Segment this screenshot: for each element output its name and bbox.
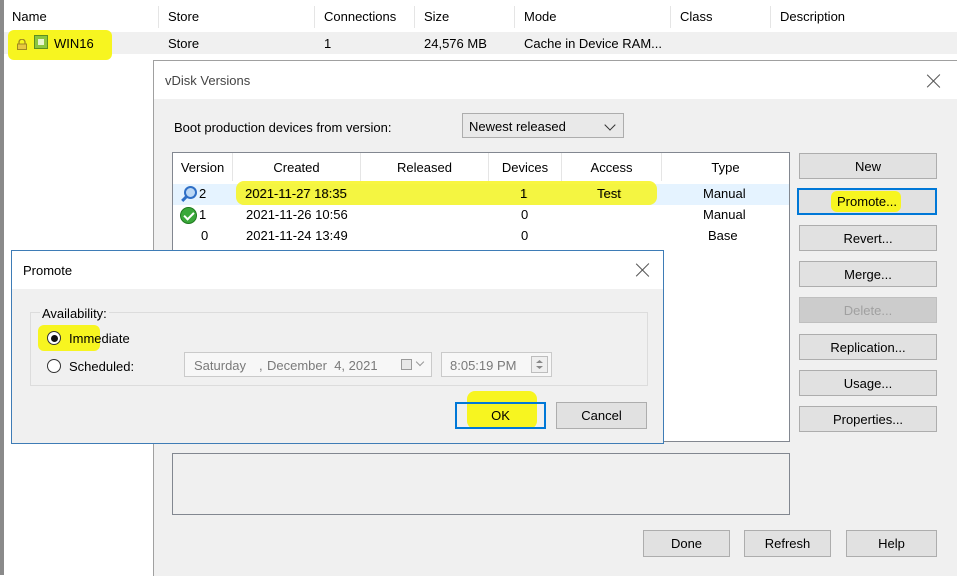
delete-button[interactable]: Delete... — [799, 297, 937, 323]
table-row[interactable]: 0 2021-11-24 13:49 0 Base — [173, 226, 789, 247]
column-created[interactable]: Created — [233, 153, 361, 181]
cell-access-overlay: Test — [597, 186, 621, 201]
column-mode[interactable]: Mode — [524, 9, 557, 24]
schedule-time-picker[interactable]: 8:05:19 PM — [441, 352, 552, 377]
vdisk-icon — [34, 35, 48, 49]
store-list-header: Name Store Connections Size Mode Class D… — [4, 0, 957, 32]
window-left-edge — [0, 0, 4, 575]
promote-titlebar: Promote — [12, 251, 663, 289]
check-icon — [180, 207, 197, 224]
immediate-radio[interactable] — [47, 331, 61, 345]
column-released[interactable]: Released — [361, 153, 489, 181]
date-month-day: December 4, 2021 — [267, 358, 378, 373]
cancel-button-label: Cancel — [581, 408, 622, 423]
column-size[interactable]: Size — [424, 9, 449, 24]
merge-button[interactable]: Merge... — [799, 261, 937, 287]
properties-button[interactable]: Properties... — [799, 406, 937, 432]
cell-devices: 0 — [521, 207, 529, 222]
column-class[interactable]: Class — [680, 9, 713, 24]
row-size: 24,576 MB — [424, 36, 487, 51]
revert-button[interactable]: Revert... — [799, 225, 937, 251]
vdisk-versions-titlebar: vDisk Versions — [154, 61, 957, 99]
immediate-label[interactable]: Immediate — [69, 331, 130, 346]
dialog-title: vDisk Versions — [165, 73, 251, 88]
done-button[interactable]: Done — [643, 530, 730, 557]
scheduled-radio[interactable] — [47, 359, 61, 373]
help-button-label: Help — [878, 536, 905, 551]
cancel-button[interactable]: Cancel — [556, 402, 647, 429]
refresh-button-label: Refresh — [764, 536, 811, 551]
calendar-icon — [401, 359, 412, 370]
column-connections[interactable]: Connections — [324, 9, 396, 24]
availability-label: Availability: — [40, 306, 109, 321]
column-description[interactable]: Description — [780, 9, 845, 24]
cell-version: 0 — [201, 228, 209, 243]
row-store: Store — [168, 36, 200, 51]
cell-devices-overlay: 1 — [520, 186, 528, 201]
promote-dialog: Promote Availability: Immediate Schedule… — [11, 250, 664, 444]
column-access[interactable]: Access — [562, 153, 662, 181]
cell-created: 2021-11-26 10:56 — [246, 207, 348, 222]
spinner-icon[interactable] — [531, 356, 548, 373]
properties-button-label: Properties... — [832, 411, 904, 427]
close-icon[interactable] — [636, 263, 650, 277]
cell-type: Manual — [703, 186, 746, 201]
chevron-down-icon — [604, 119, 616, 131]
ok-button-label: OK — [491, 408, 510, 423]
promote-button[interactable]: Promote... — [797, 188, 937, 215]
description-area[interactable] — [172, 453, 790, 515]
cell-created-overlay: 2021-11-27 18:35 — [245, 186, 347, 201]
date-weekday: Saturday — [194, 358, 247, 373]
cell-type: Manual — [703, 207, 746, 222]
replication-button[interactable]: Replication... — [799, 334, 937, 360]
refresh-button[interactable]: Refresh — [744, 530, 831, 557]
usage-button[interactable]: Usage... — [799, 370, 937, 396]
close-icon[interactable] — [927, 74, 941, 88]
row-mode: Cache in Device RAM... — [524, 36, 662, 51]
schedule-date-picker[interactable]: Saturday , December 4, 2021 — [184, 352, 432, 377]
lock-icon — [17, 39, 27, 50]
scheduled-label[interactable]: Scheduled: — [69, 359, 134, 374]
date-separator: , — [259, 358, 263, 373]
ok-button[interactable]: OK — [455, 402, 546, 429]
column-store[interactable]: Store — [168, 9, 199, 24]
table-row[interactable]: 1 2021-11-26 10:56 0 Manual — [173, 205, 789, 226]
cell-version: 2 — [199, 186, 207, 201]
help-button[interactable]: Help — [846, 530, 937, 557]
new-button[interactable]: New — [799, 153, 937, 179]
column-devices[interactable]: Devices — [489, 153, 562, 181]
boot-version-label: Boot production devices from version: — [174, 120, 392, 135]
merge-button-label: Merge... — [844, 266, 892, 282]
boot-version-value: Newest released — [469, 119, 566, 134]
cell-created: 2021-11-24 13:49 — [246, 228, 348, 243]
cell-type: Base — [708, 228, 738, 243]
column-name[interactable]: Name — [12, 9, 47, 24]
usage-button-label: Usage... — [843, 375, 893, 391]
boot-version-select[interactable]: Newest released — [462, 113, 624, 138]
promote-dialog-title: Promote — [23, 263, 73, 278]
cell-devices: 0 — [521, 228, 529, 243]
time-value: 8:05:19 PM — [450, 358, 517, 373]
column-version[interactable]: Version — [173, 153, 233, 181]
column-type[interactable]: Type — [662, 153, 789, 181]
delete-button-label: Delete... — [843, 302, 893, 318]
revert-button-label: Revert... — [843, 230, 893, 246]
store-list-row[interactable]: Store 1 24,576 MB Cache in Device RAM... — [4, 32, 957, 54]
new-button-label: New — [854, 158, 881, 174]
promote-button-label: Promote... — [837, 194, 897, 209]
replication-button-label: Replication... — [830, 339, 906, 355]
magnifier-icon — [181, 186, 197, 202]
chevron-down-icon — [415, 357, 425, 367]
row-connections: 1 — [324, 36, 332, 51]
row-name[interactable]: WIN16 — [54, 36, 94, 51]
cell-version: 1 — [199, 207, 207, 222]
done-button-label: Done — [670, 536, 703, 551]
